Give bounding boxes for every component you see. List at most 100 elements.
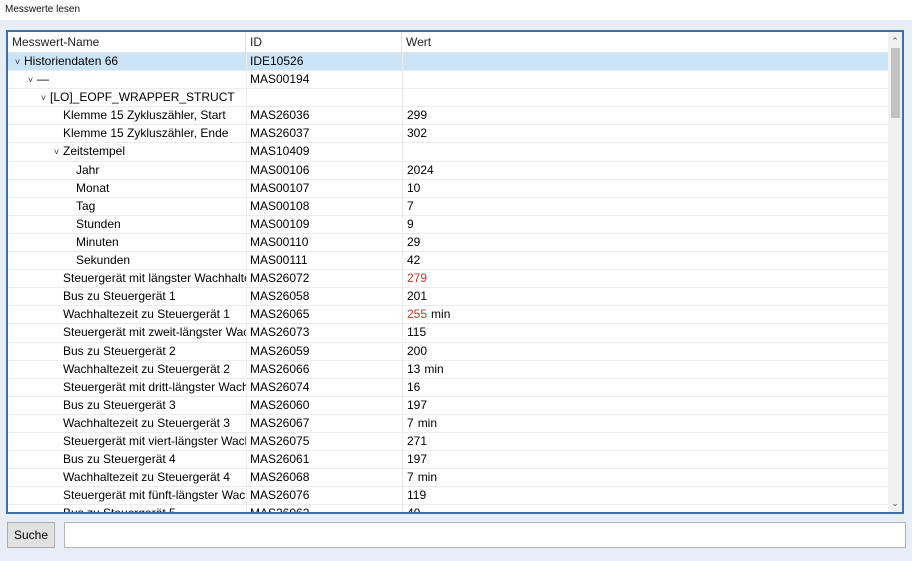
measurement-value-cell: 40 xyxy=(402,505,888,514)
column-header-value[interactable]: Wert xyxy=(402,32,888,52)
measurement-name: Wachhaltezeit zu Steuergerät 3 xyxy=(63,415,230,430)
chevron-down-icon[interactable]: ⌄ xyxy=(888,496,902,510)
measurement-value: 200 xyxy=(407,343,428,358)
tree-row[interactable]: ˅ Zeitstempel MAS10409 xyxy=(8,143,888,162)
chevron-up-icon[interactable]: ⌃ xyxy=(888,34,902,48)
chevron-down-icon[interactable]: ˅ xyxy=(38,90,49,106)
measurement-unit: min xyxy=(417,470,438,485)
tree-row-name-cell: Wachhaltezeit zu Steuergerät 1 xyxy=(8,306,246,323)
measurement-name: — xyxy=(37,72,49,87)
tree-row[interactable]: ˅ — MAS00194 xyxy=(8,71,888,90)
tree-row[interactable]: Klemme 15 Zykluszähler, Ende MAS26037 302 xyxy=(8,125,888,144)
tree-row[interactable]: ˅ [LO]_EOPF_WRAPPER_STRUCT xyxy=(8,89,888,108)
measurement-value-cell xyxy=(402,53,888,70)
measurement-name: Tag xyxy=(76,198,96,213)
measurement-value-cell: 299 xyxy=(402,107,888,125)
tree-row[interactable]: Wachhaltezeit zu Steuergerät 4 MAS26068 7 m… xyxy=(8,469,888,488)
measurement-id: MAS26073 xyxy=(246,324,402,342)
measurement-value: 119 xyxy=(407,488,427,503)
measurement-id: MAS00109 xyxy=(246,215,402,233)
tree-row[interactable]: Steuergerät mit dritt-längster Wachhalte… xyxy=(8,378,888,397)
measurement-id: MAS00106 xyxy=(246,161,402,179)
measurement-value-cell xyxy=(402,89,888,107)
tree-row[interactable]: Steuergerät mit fünft-längster Wachhalte… xyxy=(8,487,888,506)
measurement-name: Bus zu Steuergerät 1 xyxy=(63,289,176,304)
tree-row[interactable]: Bus zu Steuergerät 4 MAS26061 197 xyxy=(8,451,888,470)
measurement-id: MAS00108 xyxy=(246,197,402,215)
tree-row[interactable]: Klemme 15 Zykluszähler, Start MAS26036 299 xyxy=(8,107,888,126)
tree-row[interactable]: Tag MAS00108 7 xyxy=(8,197,888,216)
tree-row-name-cell: Steuergerät mit dritt-längster Wachhalte… xyxy=(8,379,246,396)
measurement-value-cell: 13 min xyxy=(402,360,888,378)
measurement-name: Wachhaltezeit zu Steuergerät 4 xyxy=(63,470,230,485)
measurement-value: 40 xyxy=(407,506,421,514)
measurement-value-cell: 9 xyxy=(402,215,888,233)
tree-row[interactable]: Monat MAS00107 10 xyxy=(8,179,888,198)
measurement-value: 2024 xyxy=(407,162,434,177)
tree-row[interactable]: Bus zu Steuergerät 1 MAS26058 201 xyxy=(8,288,888,307)
tree-row[interactable]: Bus zu Steuergerät 3 MAS26060 197 xyxy=(8,396,888,415)
measurement-value: 201 xyxy=(407,289,428,304)
measurement-unit: min xyxy=(431,307,451,322)
measurement-id: MAS00110 xyxy=(246,233,402,251)
tree-row-name-cell: Sekunden xyxy=(8,252,246,269)
measurement-value-cell: 42 xyxy=(402,252,888,270)
chevron-down-icon[interactable]: ˅ xyxy=(12,54,23,70)
tree-row-name-cell: Steuergerät mit fünft-längster Wachhalte… xyxy=(8,487,246,504)
search-input[interactable] xyxy=(64,522,906,548)
tree-row[interactable]: Steuergerät mit längster WachhaltezeitMA… xyxy=(8,270,888,289)
measurement-value-cell: 119 xyxy=(402,487,888,505)
measurement-value: 16 xyxy=(407,379,421,394)
measurement-name: Historiendaten 66 xyxy=(24,54,119,68)
tree-row[interactable]: Sekunden MAS00111 42 xyxy=(8,252,888,271)
measurement-id: MAS00194 xyxy=(246,71,402,89)
measurement-value-cell: 7 min xyxy=(402,469,888,487)
tree-row[interactable]: Wachhaltezeit zu Steuergerät 3 MAS26067 7 m… xyxy=(8,414,888,433)
measurement-value-cell: 200 xyxy=(402,342,888,360)
measurement-tree[interactable]: Messwert-Name ID Wert ˅ Historiendaten 66… xyxy=(6,30,904,514)
chevron-down-icon[interactable]: ˅ xyxy=(51,144,62,160)
measurement-value-cell xyxy=(402,71,888,89)
tree-row[interactable]: Bus zu Steuergerät 2 MAS26059 200 xyxy=(8,342,888,361)
tree-row-name-cell: Klemme 15 Zykluszähler, Start xyxy=(8,107,246,124)
measurement-value: 115 xyxy=(407,325,427,340)
measurement-value-cell: 7 min xyxy=(402,414,888,432)
chevron-down-icon[interactable]: ˅ xyxy=(25,72,36,88)
measurement-unit: min xyxy=(424,361,444,376)
measurement-value: 279 xyxy=(407,271,428,286)
tree-row[interactable]: Wachhaltezeit zu Steuergerät 2 MAS26066 13… xyxy=(8,360,888,379)
tree-row[interactable]: Wachhaltezeit zu Steuergerät 1 MAS26065 25… xyxy=(8,306,888,325)
tree-row-name-cell: ˅ — xyxy=(8,71,246,88)
column-header-id[interactable]: ID xyxy=(246,32,402,52)
vertical-scrollbar[interactable]: ⌃ ⌄ xyxy=(888,32,902,512)
measurement-value-cell: 201 xyxy=(402,288,888,306)
scrollbar-thumb[interactable] xyxy=(891,48,900,118)
measurement-value: 29 xyxy=(407,234,421,249)
tree-row[interactable]: Stunden MAS00109 9 xyxy=(8,215,888,234)
tree-row[interactable]: Bus zu Steuergerät 5 MAS26062 40 xyxy=(8,505,888,514)
measurement-name: Zeitstempel xyxy=(63,144,126,159)
measurement-value: 7 xyxy=(407,415,414,430)
column-header-name[interactable]: Messwert-Name xyxy=(8,32,246,52)
tree-row-name-cell: Wachhaltezeit zu Steuergerät 4 xyxy=(8,469,246,486)
measurement-value-cell: 302 xyxy=(402,125,888,143)
search-button[interactable]: Suche xyxy=(7,522,55,548)
tree-header: Messwert-Name ID Wert xyxy=(8,32,888,53)
tree-row[interactable]: Minuten MAS00110 29 xyxy=(8,233,888,253)
tree-row[interactable]: Steuergerät mit zweit-längster Wachhalte… xyxy=(8,324,888,343)
tree-row-name-cell: ˅ Zeitstempel xyxy=(8,143,246,160)
measurement-value-cell: 279 xyxy=(402,270,888,288)
measurement-id: MAS26037 xyxy=(246,125,402,143)
measurement-value: 255 xyxy=(407,307,428,322)
measurement-id: MAS00107 xyxy=(246,179,402,197)
measurement-value-cell: 271 xyxy=(402,432,888,450)
measurement-name: Steuergerät mit fünft-längster Wachhalte… xyxy=(63,488,246,503)
measurement-value: 7 xyxy=(407,198,414,213)
measurement-id: MAS26072 xyxy=(246,270,402,288)
tree-row[interactable]: Steuergerät mit viert-längster Wachhalte… xyxy=(8,432,888,452)
tree-row[interactable]: Jahr MAS00106 2024 xyxy=(8,161,888,180)
measurement-value-cell: 197 xyxy=(402,451,888,469)
measurement-id: MAS26074 xyxy=(246,378,402,396)
measurement-value: 197 xyxy=(407,397,428,412)
tree-row[interactable]: ˅ Historiendaten 66 IDE10526 xyxy=(8,53,888,72)
